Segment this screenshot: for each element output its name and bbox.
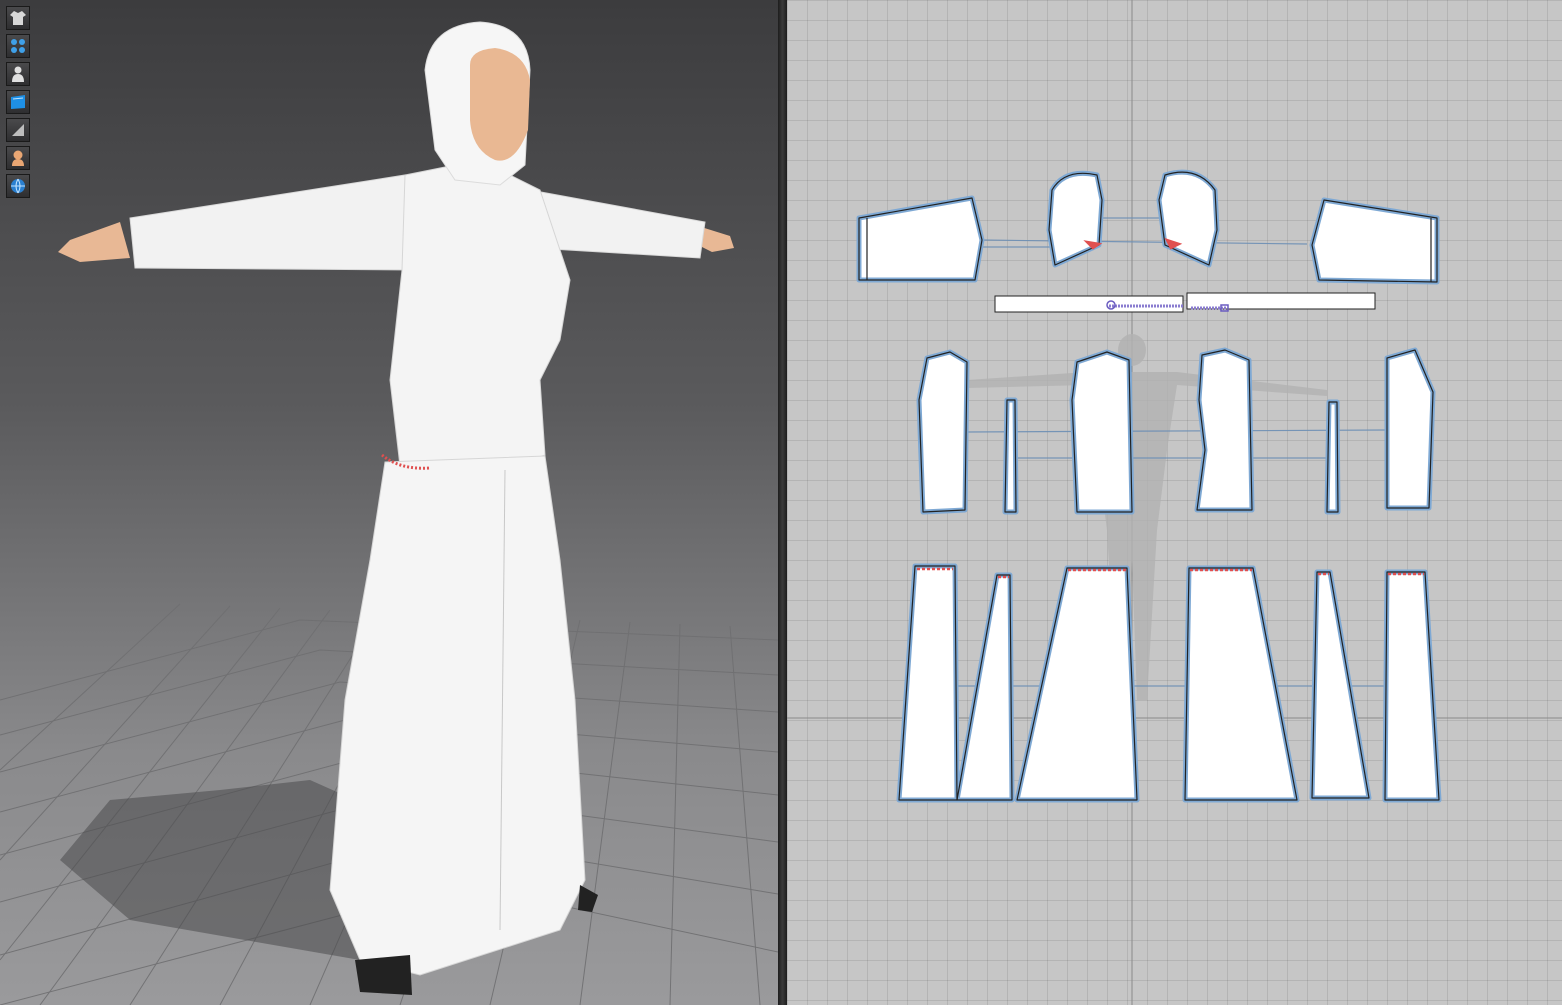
global-view-icon — [11, 178, 25, 194]
avatar-skin-icon — [12, 150, 24, 166]
flat-shading-icon — [12, 124, 24, 136]
left-sleeve — [129, 174, 416, 271]
fabric-texture-button[interactable] — [6, 90, 30, 114]
pattern-bodice-back-right[interactable] — [1194, 347, 1255, 513]
3d-view-toolbar — [6, 6, 32, 198]
pattern-skirt-panel-1[interactable] — [896, 563, 960, 803]
global-view-button[interactable] — [6, 174, 30, 198]
face — [470, 48, 530, 161]
3d-viewport[interactable] — [0, 0, 778, 1005]
fabric-texture-icon — [11, 95, 25, 109]
flat-shading-button[interactable] — [6, 118, 30, 142]
pattern-bodice-back-left[interactable] — [1069, 349, 1135, 515]
maxi-skirt — [329, 455, 586, 976]
left-hand — [58, 222, 130, 262]
avatar-icon — [12, 66, 24, 82]
pattern-bodice-front-left[interactable] — [916, 349, 970, 515]
pattern-bodice-front-right[interactable] — [1384, 347, 1436, 511]
avatar-button[interactable] — [6, 62, 30, 86]
avatar-silhouette — [967, 334, 1327, 700]
arrangement-points-button[interactable] — [6, 34, 30, 58]
tunic-top — [389, 164, 571, 469]
pattern-skirt-panel-2[interactable] — [954, 572, 1015, 803]
pattern-skirt-panel-6[interactable] — [1382, 569, 1442, 803]
pattern-canvas — [787, 0, 1562, 1005]
zipper-bands — [994, 292, 1376, 313]
pattern-hood-left[interactable] — [1046, 170, 1105, 268]
2d-pattern-viewport[interactable] — [787, 0, 1562, 1005]
3d-scene — [0, 21, 778, 1005]
pattern-hood-right[interactable] — [1156, 169, 1220, 268]
arrangement-points-icon — [11, 39, 25, 53]
left-shoe — [355, 955, 412, 995]
garment-shirt-icon — [10, 11, 26, 25]
avatar-skin-button[interactable] — [6, 146, 30, 170]
pattern-sleeve-right[interactable] — [1309, 197, 1440, 285]
avatar-shadow — [60, 780, 360, 960]
pattern-zipper-band-left[interactable] — [994, 295, 1184, 313]
pattern-skirt-panel-3[interactable] — [1014, 565, 1140, 803]
panel-divider[interactable] — [778, 0, 787, 1005]
pattern-skirt-panel-4[interactable] — [1182, 565, 1300, 803]
pattern-skirt-panel-5[interactable] — [1309, 569, 1372, 801]
pattern-sleeve-left[interactable] — [856, 195, 985, 283]
garment-shirt-button[interactable] — [6, 6, 30, 30]
